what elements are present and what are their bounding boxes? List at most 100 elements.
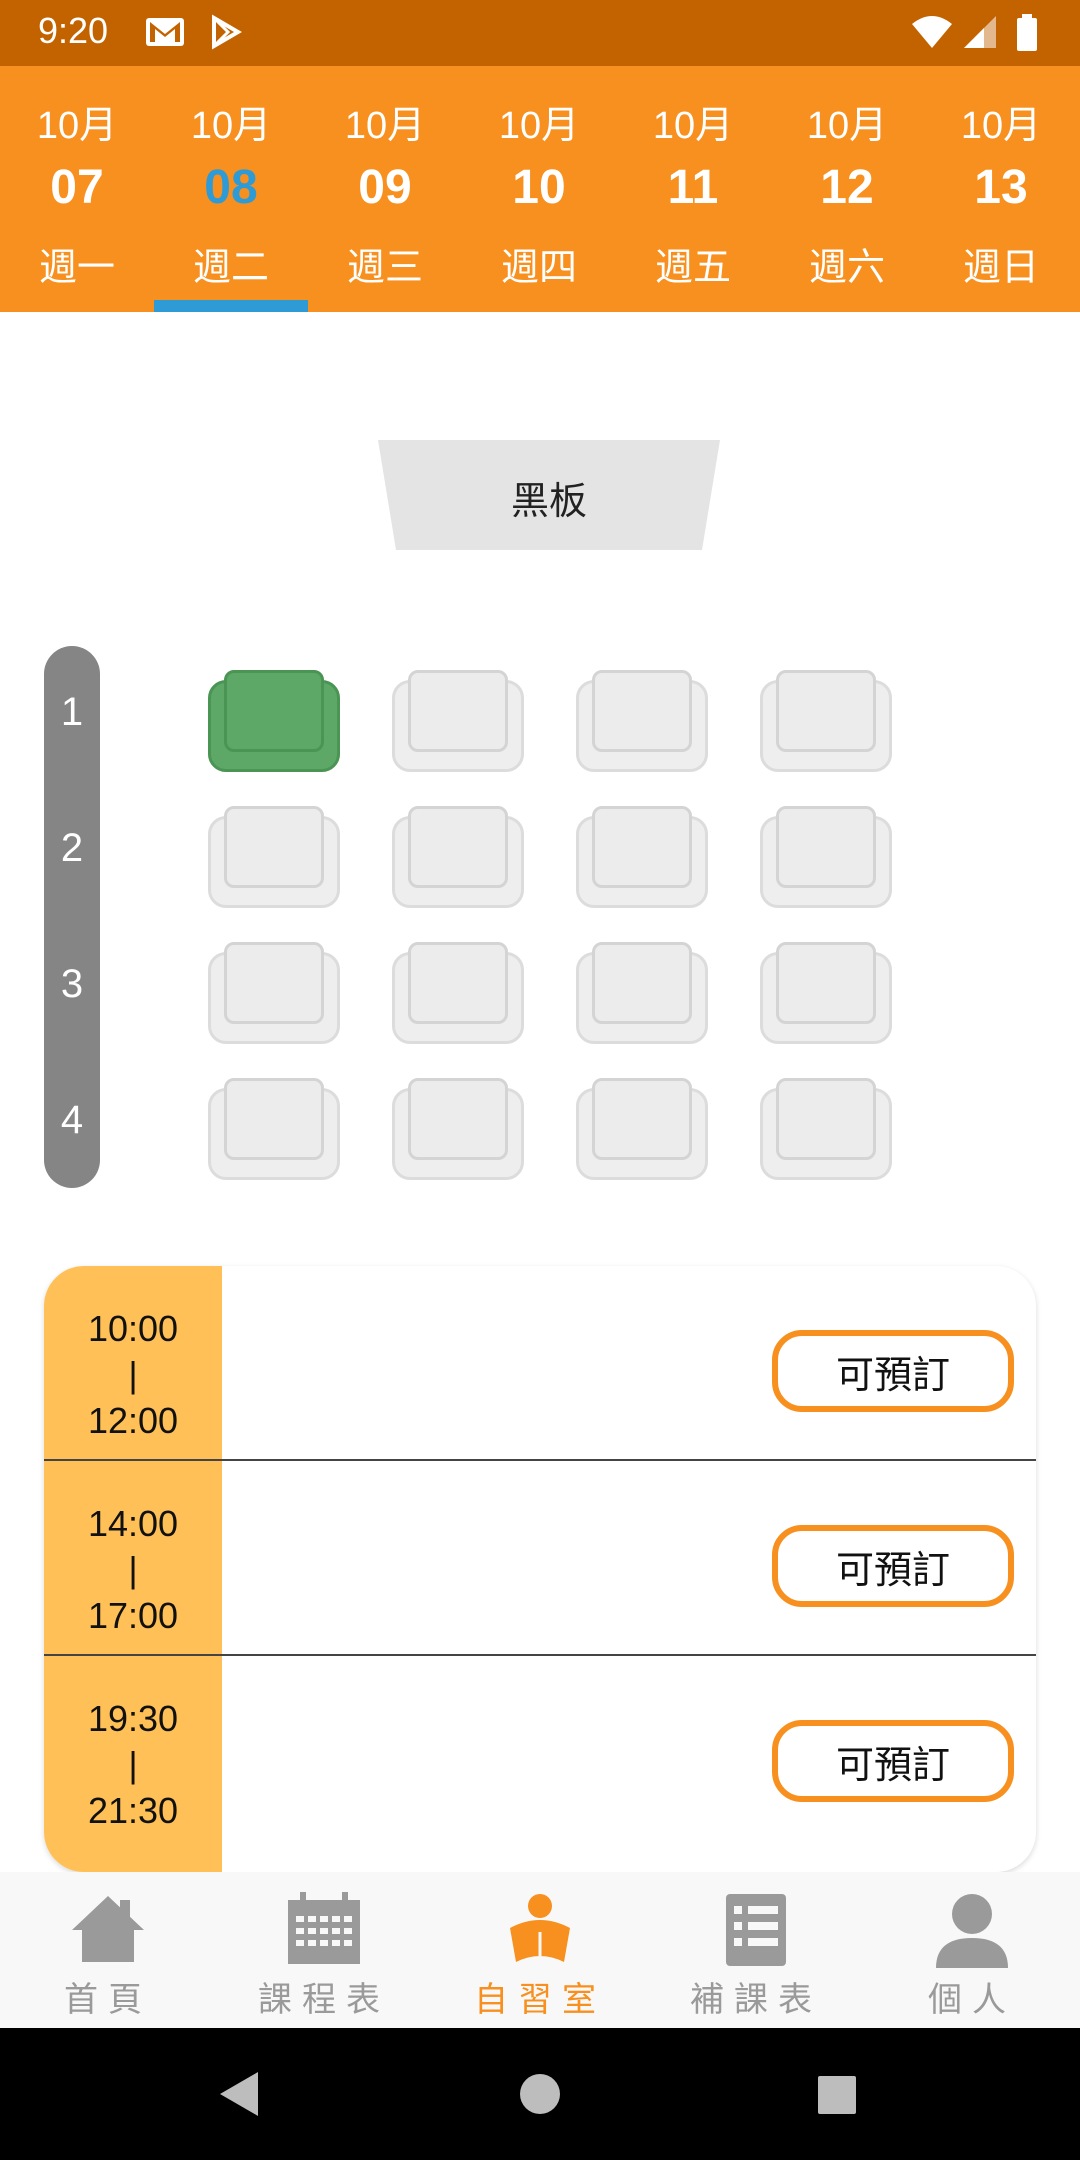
- date-tab-11[interactable]: 10月 11 週五: [616, 66, 770, 312]
- recents-icon[interactable]: [776, 2028, 896, 2160]
- date-month: 10月: [498, 105, 580, 147]
- seat-r1-c4[interactable]: [760, 660, 892, 772]
- seat-inner: [224, 942, 324, 1024]
- gmail-icon: [144, 14, 186, 54]
- row-index-bar: 1 2 3 4: [44, 646, 100, 1188]
- seat-inner: [408, 670, 508, 752]
- row-number: 1: [60, 690, 84, 734]
- row-number: 2: [60, 826, 84, 870]
- home-button-icon[interactable]: [480, 2028, 600, 2160]
- date-weekday: 週三: [346, 245, 423, 289]
- date-month: 10月: [806, 105, 888, 147]
- seat-r2-c4[interactable]: [760, 796, 892, 908]
- slot-separator: |: [128, 1744, 138, 1785]
- blackboard-label: 黑板: [510, 479, 587, 523]
- wifi-icon: [910, 14, 954, 54]
- seat-r3-c1[interactable]: [208, 932, 340, 1044]
- battery-icon: [1016, 14, 1038, 56]
- calendar-icon: [286, 1892, 362, 1970]
- date-month: 10月: [190, 105, 272, 147]
- date-tab-08[interactable]: 10月 08 週二: [154, 66, 308, 312]
- date-weekday: 週二: [192, 245, 269, 289]
- time-slot: 10:00 | 12:00 可預訂: [44, 1266, 1036, 1461]
- seat-r2-c1[interactable]: [208, 796, 340, 908]
- slot-start-time: 19:30: [87, 1698, 179, 1739]
- seat-r3-c2[interactable]: [392, 932, 524, 1044]
- date-day: 13: [974, 161, 1028, 214]
- date-day: 08: [204, 161, 258, 214]
- slot-separator: |: [128, 1549, 138, 1590]
- date-tab-09[interactable]: 10月 09 週三: [308, 66, 462, 312]
- date-weekday: 週日: [962, 245, 1039, 289]
- date-tab-12[interactable]: 10月 12 週六: [770, 66, 924, 312]
- slot-time-cell: 10:00 | 12:00: [44, 1266, 222, 1461]
- seat-r4-c2[interactable]: [392, 1068, 524, 1180]
- seat-inner: [776, 1078, 876, 1160]
- seat-inner: [592, 1078, 692, 1160]
- date-month: 10月: [36, 105, 118, 147]
- study-room-icon: [502, 1892, 578, 1972]
- seat-r4-c1[interactable]: [208, 1068, 340, 1180]
- nav-label: 個人: [928, 1980, 1016, 2020]
- date-day: 11: [667, 161, 719, 214]
- seat-r4-c4[interactable]: [760, 1068, 892, 1180]
- seat-r2-c2[interactable]: [392, 796, 524, 908]
- date-tab-07[interactable]: 10月 07 週一: [0, 66, 154, 312]
- date-month: 10月: [652, 105, 734, 147]
- date-weekday: 週六: [808, 245, 885, 289]
- nav-study-room[interactable]: 自習室: [432, 1872, 648, 2028]
- date-weekday: 週四: [500, 245, 577, 289]
- date-tab-10[interactable]: 10月 10 週四: [462, 66, 616, 312]
- seat-inner: [592, 670, 692, 752]
- date-month: 10月: [960, 105, 1042, 147]
- slot-time-cell: 14:00 | 17:00: [44, 1461, 222, 1656]
- booking-slots-card: 10:00 | 12:00 可預訂 14:00 | 17:00 可預訂 19:3…: [44, 1266, 1036, 1872]
- seat-r1-c3[interactable]: [576, 660, 708, 772]
- seat-r3-c3[interactable]: [576, 932, 708, 1044]
- back-icon[interactable]: [180, 2028, 300, 2160]
- seat-r4-c3[interactable]: [576, 1068, 708, 1180]
- slot-end-time: 17:00: [87, 1595, 179, 1636]
- blackboard: 黑板: [378, 440, 720, 550]
- nav-label: 課程表: [258, 1980, 390, 2020]
- seat-inner: [224, 1078, 324, 1160]
- slot-time-cell: 19:30 | 21:30: [44, 1656, 222, 1872]
- date-weekday: 週一: [38, 245, 115, 289]
- nav-makeup-schedule[interactable]: 補課表: [648, 1872, 864, 2028]
- slot-separator: |: [128, 1354, 138, 1395]
- slot-end-time: 12:00: [87, 1400, 179, 1441]
- list-icon: [724, 1892, 788, 1972]
- book-slot-button[interactable]: 可預訂: [772, 1720, 1014, 1802]
- seat-inner: [408, 942, 508, 1024]
- time-slot: 19:30 | 21:30 可預訂: [44, 1656, 1036, 1872]
- seat-inner: [776, 942, 876, 1024]
- nav-home[interactable]: 首頁: [0, 1872, 216, 2028]
- status-time: 9:20: [38, 10, 109, 51]
- date-day: 12: [820, 161, 874, 214]
- seat-inner: [592, 942, 692, 1024]
- time-slot: 14:00 | 17:00 可預訂: [44, 1461, 1036, 1656]
- nav-profile[interactable]: 個人: [864, 1872, 1080, 2028]
- nav-schedule[interactable]: 課程表: [216, 1872, 432, 2028]
- nav-label: 補課表: [690, 1980, 822, 2020]
- slot-start-time: 10:00: [87, 1308, 179, 1349]
- row-number: 3: [60, 962, 84, 1006]
- date-tab-13[interactable]: 10月 13 週日: [924, 66, 1078, 312]
- bottom-navigation: 首頁 課程表 自習室 補課表 個人: [0, 1872, 1080, 2028]
- seat-r2-c3[interactable]: [576, 796, 708, 908]
- seat-r1-c1[interactable]: [208, 660, 340, 772]
- nav-label: 自習室: [474, 1980, 606, 2020]
- seat-inner: [408, 806, 508, 888]
- date-weekday: 週五: [654, 245, 731, 289]
- book-slot-button[interactable]: 可預訂: [772, 1525, 1014, 1607]
- seat-r1-c2[interactable]: [392, 660, 524, 772]
- date-month: 10月: [344, 105, 426, 147]
- seat-r3-c4[interactable]: [760, 932, 892, 1044]
- book-slot-button[interactable]: 可預訂: [772, 1330, 1014, 1412]
- slot-start-time: 14:00: [87, 1503, 179, 1544]
- home-icon: [68, 1892, 148, 1968]
- row-number: 4: [60, 1098, 84, 1142]
- seat-inner: [776, 806, 876, 888]
- signal-icon: [962, 14, 998, 54]
- date-selector: 10月 07 週一 10月 08 週二 10月 09 週三 10月 10 週四 …: [0, 66, 1080, 312]
